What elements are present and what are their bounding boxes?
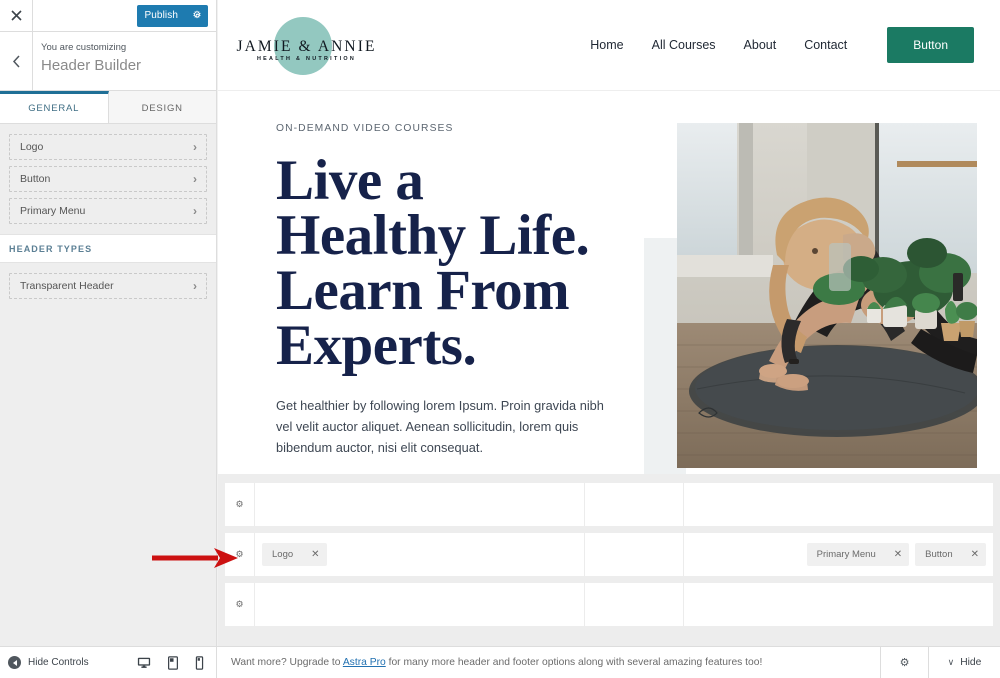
builder-row-primary-header[interactable]: ⚙ Logo ✕ Primary Menu ✕ Button ✕ <box>225 533 993 576</box>
tablet-icon[interactable] <box>167 655 179 670</box>
customizer-bottom-bar: Hide Controls Want more? Upgrade to Astr… <box>0 646 1000 678</box>
customizer-tabs: GENERAL DESIGN <box>0 91 216 124</box>
sidebar-item-button[interactable]: Button › <box>9 166 207 192</box>
logo-name: JAMIE & ANNIE <box>236 38 377 55</box>
gear-icon[interactable]: ⚙ <box>186 5 208 27</box>
close-icon[interactable]: ✕ <box>311 549 319 560</box>
astra-pro-link[interactable]: Astra Pro <box>343 657 386 668</box>
desktop-icon[interactable] <box>137 656 151 670</box>
hero-heading-line-2: Healthy Life. <box>276 204 590 267</box>
gear-icon[interactable]: ⚙ <box>225 533 255 576</box>
tab-general[interactable]: GENERAL <box>0 91 109 123</box>
nav-link-about[interactable]: About <box>744 38 777 52</box>
customizer-titles: You are customizing Header Builder <box>33 32 141 90</box>
builder-zone-left[interactable] <box>255 583 585 626</box>
builder-zone-right[interactable] <box>684 583 993 626</box>
hide-footer-button[interactable]: ∨ Hide <box>928 647 1000 678</box>
builder-chip-logo[interactable]: Logo ✕ <box>262 543 327 566</box>
hero-section: ON-DEMAND VIDEO COURSES Live a Healthy L… <box>218 91 1000 474</box>
section-header-label: HEADER TYPES <box>9 243 93 254</box>
builder-row-above-header[interactable]: ⚙ <box>225 483 993 526</box>
nav-link-contact[interactable]: Contact <box>804 38 847 52</box>
hero-paragraph: Get healthier by following lorem Ipsum. … <box>276 398 604 455</box>
site-frame: JAMIE & ANNIE HEALTH & NUTRITION Home Al… <box>218 0 1000 474</box>
site-preview: JAMIE & ANNIE HEALTH & NUTRITION Home Al… <box>218 0 1000 646</box>
builder-zone-center[interactable] <box>585 583 684 626</box>
device-switcher <box>137 655 216 670</box>
chevron-right-icon: › <box>193 279 197 293</box>
logo-tagline: HEALTH & NUTRITION <box>256 56 357 62</box>
upgrade-notice-prefix: Want more? Upgrade to <box>231 657 343 668</box>
hero-heading-line-3: Learn From <box>276 259 570 322</box>
hero-content: ON-DEMAND VIDEO COURSES Live a Healthy L… <box>276 123 636 474</box>
gear-icon[interactable]: ⚙ <box>880 647 928 678</box>
header-builder: ⚙ ⚙ Logo ✕ Primary Menu ✕ Button ✕ ⚙ <box>218 474 1000 646</box>
builder-zone-left[interactable]: Logo ✕ <box>255 533 585 576</box>
customizer-header-types: Transparent Header › <box>0 263 216 299</box>
chevron-right-icon: › <box>193 204 197 218</box>
sidebar-item-label: Logo <box>20 141 44 153</box>
sidebar-item-label: Primary Menu <box>20 205 86 217</box>
builder-zone-right[interactable] <box>684 483 993 526</box>
nav-link-home[interactable]: Home <box>590 38 623 52</box>
builder-row-below-header[interactable]: ⚙ <box>225 583 993 626</box>
customizer-info: You are customizing Header Builder <box>0 32 216 91</box>
customizer-topbar: Publish ⚙ <box>0 0 216 32</box>
publish-button[interactable]: Publish <box>137 5 187 27</box>
gear-icon[interactable]: ⚙ <box>225 483 255 526</box>
site-logo[interactable]: JAMIE & ANNIE HEALTH & NUTRITION <box>230 14 380 76</box>
customizer-sidebar: Publish ⚙ You are customizing Header Bui <box>0 0 217 646</box>
collapse-icon <box>8 656 21 669</box>
hide-controls-label: Hide Controls <box>28 657 89 668</box>
mobile-icon[interactable] <box>195 655 204 670</box>
header-cta-button[interactable]: Button <box>887 27 974 63</box>
chevron-down-icon: ∨ <box>947 657 955 667</box>
hide-footer-label: Hide <box>960 657 982 668</box>
hide-controls-button[interactable]: Hide Controls <box>8 656 89 669</box>
builder-zone-center[interactable] <box>585 533 684 576</box>
section-header-header-types: HEADER TYPES <box>0 234 216 263</box>
site-header: JAMIE & ANNIE HEALTH & NUTRITION Home Al… <box>218 0 1000 91</box>
builder-zone-left[interactable] <box>255 483 585 526</box>
primary-menu: Home All Courses About Contact Button <box>590 27 974 63</box>
chip-label: Button <box>925 549 953 560</box>
sidebar-item-logo[interactable]: Logo › <box>9 134 207 160</box>
builder-zone-center[interactable] <box>585 483 684 526</box>
upgrade-notice: Want more? Upgrade to Astra Pro for many… <box>217 647 880 678</box>
chevron-right-icon: › <box>193 172 197 186</box>
chip-label: Logo <box>272 549 294 560</box>
customizer-screen: Publish ⚙ You are customizing Header Bui <box>0 0 1000 678</box>
tab-design[interactable]: DESIGN <box>108 91 216 123</box>
close-icon[interactable]: ✕ <box>971 549 979 560</box>
page-title: Header Builder <box>41 57 142 74</box>
gear-icon[interactable]: ⚙ <box>225 583 255 626</box>
nav-link-all-courses[interactable]: All Courses <box>652 38 716 52</box>
bottom-bar-left: Hide Controls <box>0 647 217 678</box>
hero-heading-line-1: Live a <box>276 149 424 212</box>
builder-chip-primary-menu[interactable]: Primary Menu ✕ <box>806 543 910 566</box>
customizer-controls: Logo › Button › Primary Menu › <box>0 124 216 224</box>
hero-image <box>677 123 977 468</box>
customizing-label: You are customizing <box>41 42 127 53</box>
sidebar-item-primary-menu[interactable]: Primary Menu › <box>9 198 207 224</box>
sidebar-item-label: Transparent Header <box>20 280 114 292</box>
hero-heading-line-4: Experts. <box>276 314 477 377</box>
close-icon[interactable] <box>0 0 33 31</box>
upgrade-notice-suffix: for many more header and footer options … <box>385 657 763 668</box>
builder-chip-button[interactable]: Button ✕ <box>915 543 986 566</box>
chevron-left-icon[interactable] <box>0 32 33 90</box>
chip-label: Primary Menu <box>816 549 876 560</box>
sidebar-item-label: Button <box>20 173 51 185</box>
hero-eyebrow: ON-DEMAND VIDEO COURSES <box>276 123 454 134</box>
upgrade-notice-text: Want more? Upgrade to Astra Pro for many… <box>231 657 762 668</box>
sidebar-item-transparent-header[interactable]: Transparent Header › <box>9 273 207 299</box>
close-icon[interactable]: ✕ <box>894 549 902 560</box>
hero-heading: Live a Healthy Life. Learn From Experts. <box>276 149 636 377</box>
builder-zone-right[interactable]: Primary Menu ✕ Button ✕ <box>684 533 993 576</box>
chevron-right-icon: › <box>193 140 197 154</box>
publish-group: Publish ⚙ <box>136 4 208 27</box>
